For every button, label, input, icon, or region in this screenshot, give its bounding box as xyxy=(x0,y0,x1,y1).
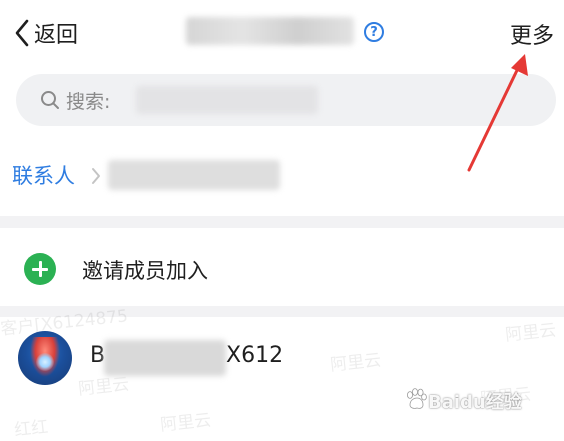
member-name-suffix: X612 xyxy=(226,343,284,368)
avatar xyxy=(18,331,72,385)
back-button[interactable]: 返回 xyxy=(14,14,78,52)
annotation-arrow-icon xyxy=(467,54,528,172)
chevron-left-icon xyxy=(15,19,29,47)
search-label: 搜索: xyxy=(66,90,111,113)
search-icon xyxy=(41,91,59,109)
add-icon xyxy=(24,253,56,285)
search-query-redacted xyxy=(136,86,318,114)
chevron-right-icon xyxy=(92,168,100,184)
help-icon[interactable]: ? xyxy=(364,22,384,42)
back-label: 返回 xyxy=(34,23,79,48)
member-list-item[interactable] xyxy=(0,317,564,438)
breadcrumb-contacts[interactable]: 联系人 xyxy=(12,160,75,190)
baidu-watermark: Baidu经验 xyxy=(428,392,522,413)
section-divider xyxy=(0,216,564,228)
member-name-redacted xyxy=(104,340,226,376)
breadcrumb-org-redacted xyxy=(108,160,280,190)
member-name-prefix: B xyxy=(90,343,106,368)
more-button[interactable]: 更多 xyxy=(510,18,554,50)
page-title-redacted xyxy=(186,17,354,45)
invite-member-label: 邀请成员加入 xyxy=(82,259,208,283)
baidu-paw-icon xyxy=(407,388,427,409)
